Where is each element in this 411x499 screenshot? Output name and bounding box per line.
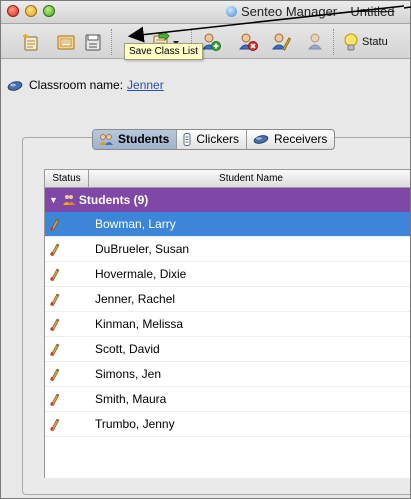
status-label: Statu: [362, 36, 388, 48]
student-name-cell: Kinman, Melissa: [95, 317, 184, 331]
toolbar-separator-3: [333, 29, 334, 55]
table-row[interactable]: Smith, Maura: [45, 387, 410, 412]
window-title-app: Senteo Manager: [241, 4, 338, 19]
edit-student-icon[interactable]: [271, 32, 291, 52]
table-row[interactable]: Simons, Jen: [45, 362, 410, 387]
status-pencil-icon: [45, 318, 88, 331]
clicker-icon: [183, 133, 191, 146]
view-tabs: Students Clickers Receivers: [92, 129, 336, 150]
tab-receivers[interactable]: Receivers: [247, 130, 334, 149]
classroom-name-row: Classroom name: Jenner: [7, 78, 164, 95]
table-row[interactable]: DuBrueler, Susan: [45, 237, 410, 262]
tab-students[interactable]: Students: [93, 130, 178, 149]
status-pencil-icon: [45, 418, 88, 431]
column-header-student-name[interactable]: Student Name: [89, 170, 410, 187]
lightbulb-icon[interactable]: [341, 32, 361, 52]
app-window: Senteo Manager – Untitled Statu Classroo…: [0, 0, 411, 499]
table-row[interactable]: Kinman, Melissa: [45, 312, 410, 337]
student-name-cell: Jenner, Rachel: [95, 292, 176, 306]
status-pencil-icon: [45, 343, 88, 356]
table-row[interactable]: Trumbo, Jenny: [45, 412, 410, 437]
table-header: Status Student Name: [45, 170, 410, 188]
column-header-status[interactable]: Status: [45, 170, 89, 187]
save-class-list-icon[interactable]: [83, 32, 103, 52]
tooltip: Save Class List: [124, 43, 203, 60]
senteo-app-icon: [226, 6, 237, 17]
group-students-icon: [62, 195, 75, 205]
student-name-cell: Smith, Maura: [95, 392, 167, 406]
zoom-window-button[interactable]: [43, 5, 55, 17]
close-window-button[interactable]: [7, 5, 19, 17]
tab-receivers-label: Receivers: [274, 132, 328, 146]
student-name-cell: Trumbo, Jenny: [95, 417, 175, 431]
classroom-icon: [7, 80, 23, 95]
table-row[interactable]: Bowman, Larry: [45, 212, 410, 237]
classroom-name-label: Classroom name:: [29, 78, 124, 92]
student-name-cell: Simons, Jen: [95, 367, 162, 381]
status-pencil-icon: [45, 218, 88, 231]
students-icon: [99, 133, 113, 145]
table-row[interactable]: Scott, David: [45, 337, 410, 362]
tab-clickers[interactable]: Clickers: [177, 130, 248, 149]
status-pencil-icon: [45, 368, 88, 381]
receiver-icon: [253, 135, 269, 144]
toolbar: Statu: [1, 24, 410, 59]
students-table: Status Student Name ▼ Students (9) Bowma…: [44, 169, 410, 478]
toolbar-separator: [111, 29, 112, 55]
open-class-icon[interactable]: [56, 32, 76, 52]
window-title-separator: –: [340, 4, 348, 19]
add-student-icon[interactable]: [201, 32, 221, 52]
group-label: Students (9): [78, 193, 149, 207]
student-name-cell: Hovermale, Dixie: [95, 267, 187, 281]
disclosure-triangle-icon[interactable]: ▼: [49, 195, 58, 205]
status-pencil-icon: [45, 393, 88, 406]
new-class-icon[interactable]: [21, 32, 41, 52]
status-pencil-icon: [45, 243, 88, 256]
tab-students-label: Students: [118, 132, 170, 146]
student-name-cell: Scott, David: [95, 342, 160, 356]
status-pencil-icon: [45, 268, 88, 281]
table-row[interactable]: Hovermale, Dixie: [45, 262, 410, 287]
student-name-cell: Bowman, Larry: [95, 217, 176, 231]
student-info-icon[interactable]: [306, 32, 326, 52]
minimize-window-button[interactable]: [25, 5, 37, 17]
tab-clickers-label: Clickers: [196, 132, 240, 146]
status-pencil-icon: [45, 293, 88, 306]
window-title: Senteo Manager – Untitled: [226, 4, 394, 19]
table-row[interactable]: Jenner, Rachel: [45, 287, 410, 312]
table-rows: Bowman, Larry DuBrueler, Susan Hovermale, …: [45, 212, 410, 437]
remove-student-icon[interactable]: [238, 32, 258, 52]
students-group-row[interactable]: ▼ Students (9): [45, 188, 410, 212]
window-title-document: Untitled: [350, 4, 395, 19]
student-name-cell: DuBrueler, Susan: [95, 242, 190, 256]
classroom-name-link[interactable]: Jenner: [127, 78, 164, 92]
title-bar[interactable]: Senteo Manager – Untitled: [1, 1, 410, 24]
